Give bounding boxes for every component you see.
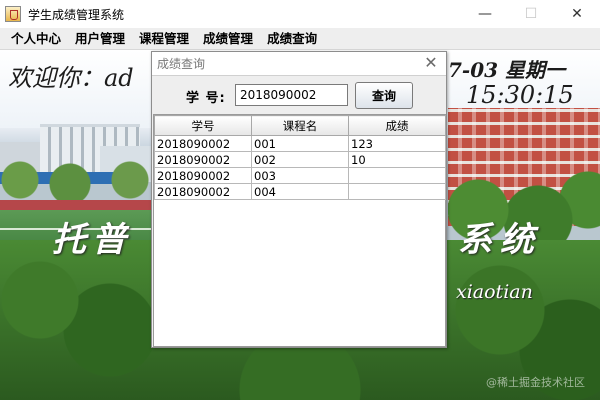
cell-course[interactable]: 003 <box>251 167 349 184</box>
cell-score[interactable] <box>348 167 446 184</box>
clock-time: 15:30:15 <box>466 81 574 109</box>
cell-course[interactable]: 001 <box>251 135 349 152</box>
close-icon[interactable]: ✕ <box>422 54 440 72</box>
cell-student-id[interactable]: 2018090002 <box>154 135 252 152</box>
close-window-button[interactable]: ✕ <box>554 0 600 28</box>
menu-personal-center[interactable]: 个人中心 <box>4 28 68 50</box>
table-row[interactable]: 2018090002 003 <box>154 167 446 184</box>
system-title-right: 系统 <box>458 220 542 260</box>
menu-user-management[interactable]: 用户管理 <box>68 28 132 50</box>
maximize-button[interactable]: ☐ <box>508 0 554 28</box>
date-weekday-text: 7-03 星期一 <box>448 58 566 82</box>
column-header-score[interactable]: 成绩 <box>348 115 446 136</box>
cell-score[interactable]: 123 <box>348 135 446 152</box>
menu-course-management[interactable]: 课程管理 <box>132 28 196 50</box>
cell-course[interactable]: 002 <box>251 151 349 168</box>
author-signature: xiaotian <box>456 281 533 303</box>
menu-bar: 个人中心 用户管理 课程管理 成绩管理 成绩查询 <box>0 28 600 50</box>
query-button[interactable]: 查询 <box>355 82 413 109</box>
java-cup-icon <box>5 6 21 22</box>
welcome-text: 欢迎你：ad <box>8 64 134 92</box>
table-row[interactable]: 2018090002 004 <box>154 183 446 200</box>
menu-grade-management[interactable]: 成绩管理 <box>196 28 260 50</box>
table-row[interactable]: 2018090002 002 10 <box>154 151 446 168</box>
grade-table: 学号 课程名 成绩 2018090002 001 123 2018090002 … <box>154 115 446 200</box>
minimize-button[interactable]: — <box>462 0 508 28</box>
student-id-input[interactable] <box>235 84 348 106</box>
search-row: 学 号: 查询 <box>152 80 446 110</box>
window-title-bar: 学生成绩管理系统 — ☐ ✕ <box>0 0 600 28</box>
cell-student-id[interactable]: 2018090002 <box>154 167 252 184</box>
table-row[interactable]: 2018090002 001 123 <box>154 135 446 152</box>
watermark: @稀土掘金技术社区 <box>486 376 585 389</box>
column-header-course[interactable]: 课程名 <box>251 115 349 136</box>
cell-score[interactable] <box>348 183 446 200</box>
cell-student-id[interactable]: 2018090002 <box>154 183 252 200</box>
student-id-label: 学 号: <box>186 91 226 106</box>
system-title-left: 托普 <box>52 220 132 260</box>
grade-table-container[interactable]: 学号 课程名 成绩 2018090002 001 123 2018090002 … <box>153 114 446 347</box>
menu-grade-query[interactable]: 成绩查询 <box>260 28 324 50</box>
grade-query-dialog: 成绩查询 ✕ 学 号: 查询 学号 课程名 成绩 2018090002 <box>151 51 447 348</box>
cell-student-id[interactable]: 2018090002 <box>154 151 252 168</box>
cell-score[interactable]: 10 <box>348 151 446 168</box>
column-header-student-id[interactable]: 学号 <box>154 115 252 136</box>
dialog-title-bar[interactable]: 成绩查询 ✕ <box>152 52 446 76</box>
table-header-row: 学号 课程名 成绩 <box>154 115 446 136</box>
cell-course[interactable]: 004 <box>251 183 349 200</box>
window-title: 学生成绩管理系统 <box>28 7 125 22</box>
window-controls: — ☐ ✕ <box>462 0 600 28</box>
dialog-title: 成绩查询 <box>157 57 206 71</box>
